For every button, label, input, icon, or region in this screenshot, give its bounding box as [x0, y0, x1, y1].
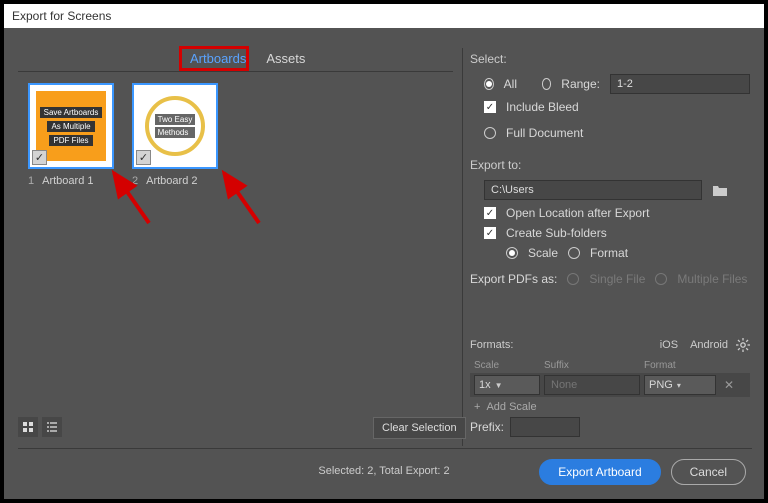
range-input[interactable] [610, 74, 750, 94]
formats-label: Formats: [470, 339, 513, 351]
include-bleed-label: Include Bleed [506, 100, 579, 114]
select-label: Select: [470, 52, 750, 66]
artboard-index: 2 [132, 175, 138, 187]
radio-all-label: All [504, 77, 517, 91]
tab-assets[interactable]: Assets [256, 48, 315, 69]
radio-scale-label: Scale [528, 246, 558, 260]
cancel-button[interactable]: Cancel [671, 459, 746, 485]
open-location-checkbox[interactable]: ✓ [484, 207, 496, 219]
plus-icon: + [474, 401, 480, 413]
col-scale: Scale [474, 360, 544, 371]
radio-multiple-files [655, 273, 667, 285]
artboard-item[interactable]: Two Easy Methods ✓ 2 Artboard 2 [132, 83, 218, 187]
artboard-name: Artboard 1 [42, 175, 93, 187]
ios-preset-button[interactable]: iOS [660, 339, 678, 351]
add-scale-button[interactable]: + Add Scale [470, 401, 750, 413]
radio-range[interactable] [542, 78, 552, 90]
radio-range-label: Range: [561, 77, 600, 91]
android-preset-button[interactable]: Android [690, 339, 728, 351]
create-subfolders-checkbox[interactable]: ✓ [484, 227, 496, 239]
right-panel: Select: All Range: ✓ Include Bleed Full … [470, 52, 750, 292]
artboard-item[interactable]: Save Artboards As Multiple PDF Files ✓ 1… [28, 83, 114, 187]
chevron-down-icon: ▼ [495, 381, 503, 390]
full-document-label: Full Document [506, 126, 583, 140]
open-location-label: Open Location after Export [506, 206, 649, 220]
list-view-icon[interactable] [42, 417, 62, 437]
view-toggle [18, 417, 62, 437]
col-suffix: Suffix [544, 360, 644, 371]
export-path-input[interactable] [484, 180, 702, 200]
tab-strip: Artboards Assets [180, 48, 315, 69]
folder-icon[interactable] [712, 183, 728, 197]
prefix-row: Prefix: [470, 417, 580, 437]
clear-selection-button[interactable]: Clear Selection [373, 417, 466, 439]
formats-header: Formats: iOS Android [470, 338, 750, 352]
dialog-buttons: Export Artboard Cancel [539, 459, 746, 485]
format-row: 1x▼ PNG▾ ✕ [470, 373, 750, 397]
prefix-label: Prefix: [470, 420, 504, 434]
create-subfolders-label: Create Sub-folders [506, 226, 607, 240]
radio-full-document[interactable] [484, 127, 496, 139]
artboard-thumb-1[interactable]: Save Artboards As Multiple PDF Files ✓ [28, 83, 114, 169]
artboard-name: Artboard 2 [146, 175, 197, 187]
export-artboard-button[interactable]: Export Artboard [539, 459, 660, 485]
artboard-index: 1 [28, 175, 34, 187]
include-bleed-checkbox[interactable]: ✓ [484, 101, 496, 113]
suffix-input[interactable] [544, 375, 640, 395]
tab-divider [18, 71, 453, 72]
tab-artboards[interactable]: Artboards [180, 48, 256, 69]
formats-table: Scale Suffix Format 1x▼ PNG▾ ✕ + Add Sca… [470, 360, 750, 413]
artboard-grid: Save Artboards As Multiple PDF Files ✓ 1… [28, 83, 218, 187]
prefix-input[interactable] [510, 417, 580, 437]
format-dropdown[interactable]: PNG▾ [644, 375, 716, 395]
radio-single-file [567, 273, 579, 285]
multiple-files-label: Multiple Files [677, 272, 747, 286]
radio-all[interactable] [484, 78, 494, 90]
annotation-arrow-icon [219, 168, 269, 228]
remove-row-icon[interactable]: ✕ [724, 378, 734, 392]
col-format: Format [644, 360, 746, 371]
grid-view-icon[interactable] [18, 417, 38, 437]
window-title: Export for Screens [12, 9, 111, 23]
vertical-divider [462, 48, 463, 446]
export-for-screens-dialog: Export for Screens Artboards Assets Save… [3, 3, 765, 500]
artboard-2-checkbox[interactable]: ✓ [136, 150, 151, 165]
title-bar: Export for Screens [4, 4, 764, 28]
export-to-label: Export to: [470, 158, 750, 172]
export-pdfs-label: Export PDFs as: [470, 272, 557, 286]
bottom-divider [18, 448, 752, 449]
radio-scale[interactable] [506, 247, 518, 259]
chevron-down-icon: ▾ [677, 381, 681, 390]
scale-dropdown[interactable]: 1x▼ [474, 375, 540, 395]
artboard-thumb-2[interactable]: Two Easy Methods ✓ [132, 83, 218, 169]
single-file-label: Single File [589, 272, 645, 286]
gear-icon[interactable] [736, 338, 750, 352]
artboard-1-checkbox[interactable]: ✓ [32, 150, 47, 165]
radio-format-label: Format [590, 246, 628, 260]
radio-format[interactable] [568, 247, 580, 259]
